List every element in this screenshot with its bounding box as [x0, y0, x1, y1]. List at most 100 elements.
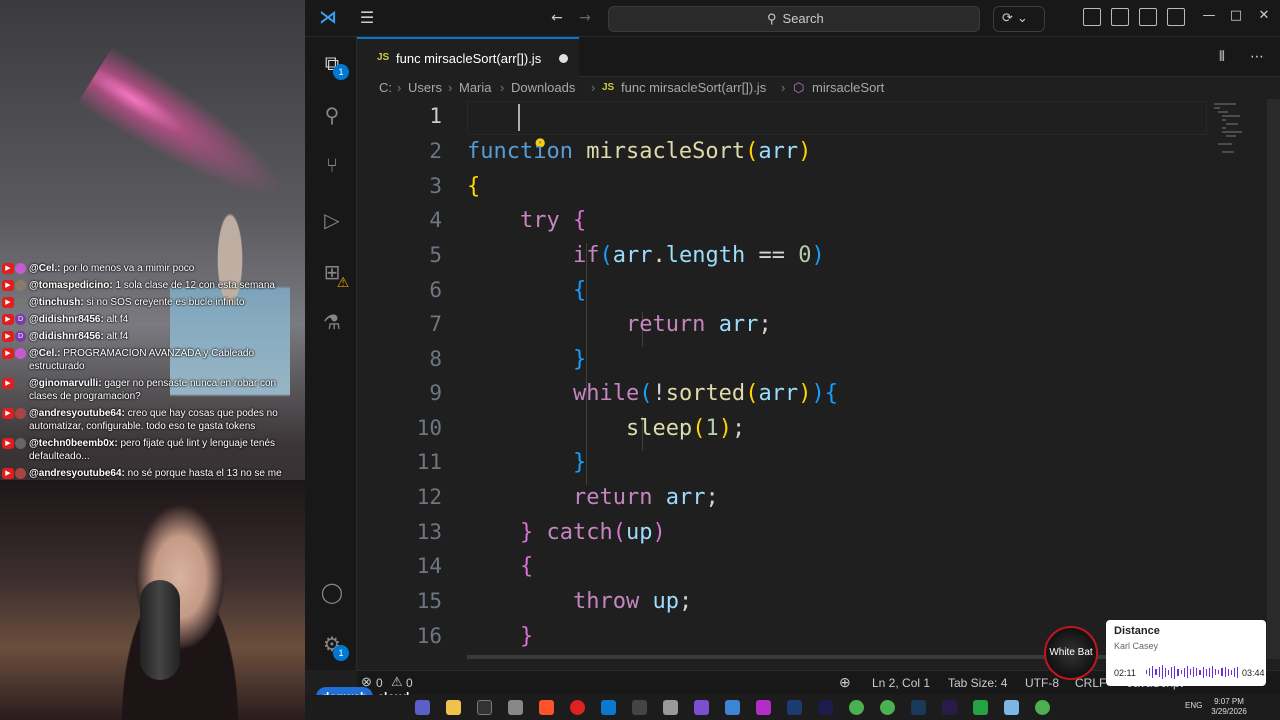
code-line: if(arr.length == 0)	[467, 243, 825, 269]
file-explorer-icon[interactable]	[446, 700, 461, 715]
file-encoding[interactable]: UTF-8	[1025, 676, 1059, 690]
chat-username: @Cel.:	[29, 348, 61, 359]
total-time: 03:44	[1242, 668, 1265, 678]
run-debug-icon[interactable]: ▷	[319, 207, 345, 233]
after-effects-icon[interactable]	[818, 700, 833, 715]
breadcrumb-item[interactable]: Downloads	[511, 80, 575, 95]
tab-size[interactable]: Tab Size: 4	[948, 676, 1007, 690]
unsaved-dot-icon[interactable]	[559, 54, 568, 63]
waveform-bar	[1155, 669, 1157, 675]
code-token: 0	[798, 243, 812, 268]
app-icon[interactable]	[756, 700, 771, 715]
tab-mirsaclesort[interactable]: JS func mirsacleSort(arr[]).js	[357, 37, 579, 77]
back-arrow-icon[interactable]: ←	[547, 8, 567, 28]
app-icon[interactable]	[508, 700, 523, 715]
vscode-icon[interactable]	[601, 700, 616, 715]
youtube-icon: ▶	[2, 468, 14, 479]
system-clock[interactable]: 9:07 PM 3/29/2026	[1207, 697, 1251, 717]
code-token: up	[625, 520, 653, 545]
source-control-icon[interactable]: ⑂	[319, 152, 345, 178]
avatar	[15, 297, 26, 308]
app-icon[interactable]	[632, 700, 647, 715]
code-token: arr	[612, 243, 653, 268]
breadcrumb-item[interactable]: C:	[379, 80, 392, 95]
explorer-icon[interactable]: ⧉ 1	[319, 50, 349, 80]
toggle-secondary-sidebar-icon[interactable]	[1167, 8, 1185, 26]
app-icon[interactable]	[973, 700, 988, 715]
terminal-icon[interactable]	[477, 700, 492, 715]
search-icon[interactable]: ⚲	[319, 102, 345, 128]
customize-layout-icon[interactable]	[1083, 8, 1101, 26]
breadcrumb-item[interactable]: Maria	[459, 80, 492, 95]
line-number: 16	[416, 624, 442, 648]
teams-icon[interactable]	[415, 700, 430, 715]
tab-label: func mirsacleSort(arr[]).js	[396, 51, 542, 66]
photoshop-icon[interactable]	[787, 700, 802, 715]
more-actions-icon[interactable]: ⋯	[1250, 49, 1264, 65]
minimize-icon[interactable]: —	[1198, 8, 1220, 23]
code-line: }	[467, 450, 586, 476]
copilot-menu-button[interactable]: ⟳ ⌄	[993, 6, 1045, 32]
split-editor-icon[interactable]: ⫴	[1219, 49, 1225, 65]
line-number: 14	[416, 554, 442, 578]
code-token: ;	[731, 416, 746, 441]
line-number: 10	[416, 416, 442, 440]
breadcrumb-item[interactable]: mirsacleSort	[812, 80, 884, 95]
lightroom-icon[interactable]	[911, 700, 926, 715]
editor-tabs: JS func mirsacleSort(arr[]).js ⫴ ⋯	[357, 37, 1280, 77]
hamburger-menu-icon[interactable]: ☰	[357, 8, 377, 28]
testing-icon[interactable]: ⚗	[319, 309, 345, 335]
app-icon[interactable]	[663, 700, 678, 715]
toggle-panel-icon[interactable]	[1139, 8, 1157, 26]
waveform-bar	[1183, 667, 1185, 677]
chat-message: ▶ @andresyoutube64: creo que hay cosas q…	[0, 407, 305, 433]
chrome-icon[interactable]	[1035, 700, 1050, 715]
code-token: mirsacleSort	[586, 139, 746, 164]
code-token: {	[467, 174, 481, 199]
chat-message: ▶ @tomaspedicino: 1 sola clase de 12 con…	[0, 279, 305, 292]
code-token: {	[572, 208, 587, 233]
breadcrumb-item[interactable]: func mirsacleSort(arr[]).js	[621, 80, 766, 95]
obs-icon[interactable]	[570, 700, 585, 715]
horizontal-scrollbar[interactable]	[467, 655, 1107, 659]
maximize-icon[interactable]: □	[1225, 8, 1247, 23]
chat-message: ▶ @Cel.: por lo menos va a mimir poco	[0, 262, 305, 275]
avatar: D	[15, 331, 26, 342]
title-bar: ⋊ ☰ ← → ⚲ Search ⟳ ⌄ — □ ✕	[305, 0, 1280, 37]
code-token: ;	[758, 312, 772, 337]
line-number: 1	[429, 104, 442, 128]
chrome-icon[interactable]	[880, 700, 895, 715]
toggle-sidebar-icon[interactable]	[1111, 8, 1129, 26]
cursor-position[interactable]: Ln 2, Col 1	[872, 676, 930, 690]
chat-message: ▶ D @didishnr8456: alt f4	[0, 330, 305, 343]
premiere-icon[interactable]	[942, 700, 957, 715]
close-icon[interactable]: ✕	[1253, 8, 1275, 23]
vertical-scrollbar[interactable]	[1267, 99, 1280, 659]
input-language[interactable]: ENG	[1185, 701, 1202, 710]
chevron-right-icon: ›	[448, 80, 453, 95]
extensions-icon[interactable]: ⊞ ⚠	[319, 259, 350, 291]
visual-studio-icon[interactable]	[694, 700, 709, 715]
app-icon[interactable]	[1004, 700, 1019, 715]
app-icon[interactable]	[725, 700, 740, 715]
chat-username: @didishnr8456:	[29, 331, 104, 342]
account-icon[interactable]: ◯	[319, 579, 345, 605]
code-token: {	[519, 554, 534, 579]
line-number: 17	[357, 657, 442, 659]
line-number: 15	[416, 589, 442, 613]
breadcrumb-item[interactable]: Users	[408, 80, 442, 95]
zoom-icon[interactable]: ⊕	[839, 674, 851, 691]
brave-icon[interactable]	[539, 700, 554, 715]
command-center-search[interactable]: ⚲ Search	[608, 6, 980, 32]
chevron-right-icon: ›	[500, 80, 505, 95]
gear-icon[interactable]: ⚙ 1	[319, 631, 349, 661]
code-token: }	[519, 624, 534, 649]
code-editor[interactable]: ● 1 2 3 4 5 6 7 8 9 10 11 12 13 14 15 16…	[357, 99, 1280, 659]
forward-arrow-icon[interactable]: →	[575, 8, 595, 28]
code-token: arr	[718, 312, 759, 337]
chrome-icon[interactable]	[849, 700, 864, 715]
line-number: 7	[429, 312, 442, 336]
